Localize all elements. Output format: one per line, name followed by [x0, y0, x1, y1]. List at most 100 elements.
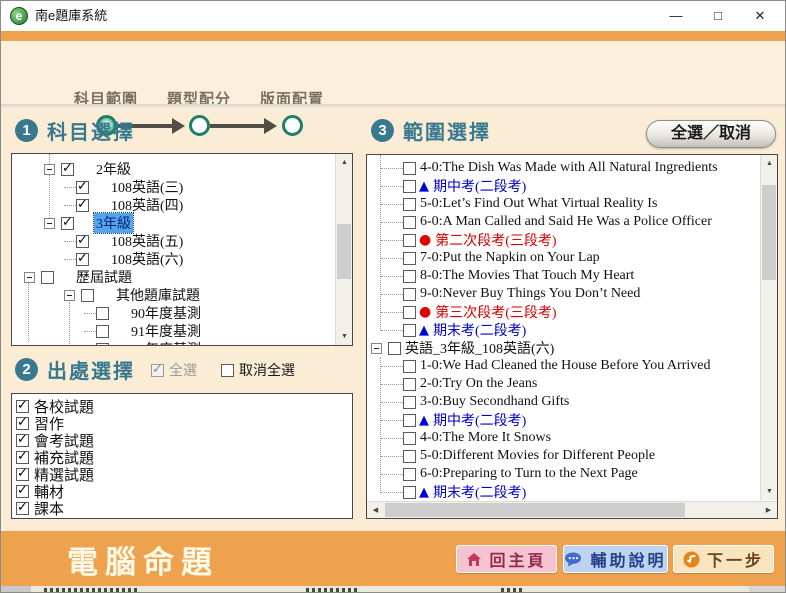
scrollbar-thumb[interactable]: [337, 224, 351, 279]
deselect-all-option[interactable]: 取消全選: [221, 360, 295, 380]
source-list-item[interactable]: 各校試題: [16, 398, 352, 415]
checkbox[interactable]: [61, 217, 74, 230]
scrollbar-thumb[interactable]: [385, 503, 685, 517]
checkbox[interactable]: [403, 486, 416, 499]
tree-expander-icon[interactable]: [44, 218, 55, 229]
range-tree-item: 2-0:Try On the Jeans: [367, 375, 759, 393]
tree-item-label[interactable]: 3年級: [94, 213, 133, 233]
checkbox[interactable]: [81, 289, 94, 302]
checkbox[interactable]: [16, 502, 29, 515]
tree-item-label[interactable]: 歷屆試題: [74, 267, 134, 287]
range-section-header: 3 範圍選擇: [371, 116, 491, 145]
source-list-item[interactable]: 課本: [16, 500, 352, 517]
checkbox[interactable]: [403, 288, 416, 301]
range-item-label[interactable]: 英語_3年級_108英語(六): [405, 338, 554, 358]
tree-item-label[interactable]: 108英語(五): [109, 231, 185, 251]
checkbox[interactable]: [403, 378, 416, 391]
tree-item-label[interactable]: 其他題庫試題: [114, 285, 202, 305]
tree-item-label[interactable]: 2年級: [94, 159, 133, 179]
checkbox[interactable]: [403, 450, 416, 463]
minimize-button[interactable]: —: [655, 1, 697, 31]
range-item-label[interactable]: 4-0:The Dish Was Made with All Natural I…: [420, 160, 718, 176]
next-button[interactable]: 下一步: [673, 545, 774, 573]
checkbox[interactable]: [403, 468, 416, 481]
checkbox[interactable]: [96, 307, 109, 320]
tree-expander-icon[interactable]: [371, 343, 382, 354]
section-divider: [1, 104, 786, 109]
tree-expander-icon[interactable]: [64, 290, 75, 301]
scrollbar-thumb[interactable]: [762, 185, 776, 280]
select-all-checkbox[interactable]: [151, 364, 164, 377]
checkbox[interactable]: [41, 271, 54, 284]
checkbox[interactable]: [403, 252, 416, 265]
vertical-scrollbar[interactable]: ▲ ▼: [760, 155, 777, 500]
select-toggle-button[interactable]: 全選／取消: [646, 120, 776, 148]
home-button[interactable]: 回主頁: [456, 545, 557, 573]
tree-expander-icon[interactable]: [44, 164, 55, 175]
range-item-label[interactable]: 期中考(二段考): [433, 410, 526, 430]
checkbox[interactable]: [76, 253, 89, 266]
range-item-label[interactable]: 5-0:Let’s Find Out What Virtual Reality …: [420, 196, 657, 212]
tree-item-label[interactable]: 92年度基測: [129, 339, 203, 346]
range-item-label[interactable]: 第三次段考(三段考): [435, 302, 556, 322]
checkbox[interactable]: [403, 306, 416, 319]
tree-item-label[interactable]: 108英語(三): [109, 177, 185, 197]
checkbox[interactable]: [403, 198, 416, 211]
tree-item-label[interactable]: 90年度基測: [129, 303, 203, 323]
help-button[interactable]: 輔助說明: [563, 545, 668, 573]
checkbox[interactable]: [16, 451, 29, 464]
checkbox[interactable]: [96, 325, 109, 338]
checkbox[interactable]: [388, 342, 401, 355]
tree-connector: [381, 474, 403, 475]
range-item-label[interactable]: 3-0:Buy Secondhand Gifts: [420, 394, 569, 410]
range-item-label[interactable]: 6-0:A Man Called and Said He Was a Polic…: [420, 214, 712, 230]
range-item-label[interactable]: 1-0:We Had Cleaned the House Before You …: [420, 358, 710, 374]
checkbox[interactable]: [76, 199, 89, 212]
checkbox[interactable]: [403, 396, 416, 409]
tree-item-label[interactable]: 108英語(四): [109, 195, 185, 215]
tree-expander-icon[interactable]: [24, 272, 35, 283]
range-item-label[interactable]: 6-0:Preparing to Turn to the Next Page: [420, 466, 638, 482]
range-item-label[interactable]: 4-0:The More It Snows: [420, 430, 551, 446]
deselect-all-checkbox[interactable]: [221, 364, 234, 377]
vertical-scrollbar[interactable]: ▲ ▼: [335, 154, 352, 345]
horizontal-scrollbar[interactable]: ◀ ▶: [367, 501, 777, 518]
checkbox[interactable]: [403, 324, 416, 337]
checkbox[interactable]: [403, 270, 416, 283]
checkbox[interactable]: [403, 180, 416, 193]
tree-item-label[interactable]: 91年度基測: [129, 321, 203, 341]
range-item-label[interactable]: 2-0:Try On the Jeans: [420, 376, 537, 392]
checkbox[interactable]: [403, 432, 416, 445]
checkbox[interactable]: [76, 235, 89, 248]
checkbox[interactable]: [16, 434, 29, 447]
checkbox[interactable]: [96, 343, 109, 347]
range-item-label[interactable]: 7-0:Put the Napkin on Your Lap: [420, 250, 600, 266]
checkbox[interactable]: [61, 163, 74, 176]
checkbox[interactable]: [16, 417, 29, 430]
checkbox[interactable]: [403, 162, 416, 175]
range-item-label[interactable]: 期末考(二段考): [433, 320, 526, 340]
tree-item: 108英語(四): [12, 196, 334, 214]
range-item-label[interactable]: 5-0:Different Movies for Different Peopl…: [420, 448, 655, 464]
range-item-label[interactable]: 期中考(二段考): [433, 176, 526, 196]
range-item-label[interactable]: 8-0:The Movies That Touch My Heart: [420, 268, 634, 284]
source-list-item[interactable]: 精選試題: [16, 466, 352, 483]
maximize-button[interactable]: □: [697, 1, 739, 31]
range-item-label[interactable]: 第二次段考(三段考): [435, 230, 556, 250]
checkbox[interactable]: [403, 234, 416, 247]
checkbox[interactable]: [76, 181, 89, 194]
step-arrow-head: [264, 118, 277, 134]
range-item-label[interactable]: 期末考(二段考): [433, 482, 526, 502]
source-list-item[interactable]: 輔材: [16, 483, 352, 500]
tree-item-label[interactable]: 108英語(六): [109, 249, 185, 269]
checkbox[interactable]: [16, 485, 29, 498]
triangle-marker-icon: ▲: [419, 323, 429, 338]
checkbox[interactable]: [403, 216, 416, 229]
close-button[interactable]: ✕: [739, 1, 781, 31]
checkbox[interactable]: [16, 400, 29, 413]
checkbox[interactable]: [403, 360, 416, 373]
select-all-option[interactable]: 全選: [151, 360, 197, 380]
checkbox[interactable]: [16, 468, 29, 481]
checkbox[interactable]: [403, 414, 416, 427]
range-item-label[interactable]: 9-0:Never Buy Things You Don’t Need: [420, 286, 640, 302]
